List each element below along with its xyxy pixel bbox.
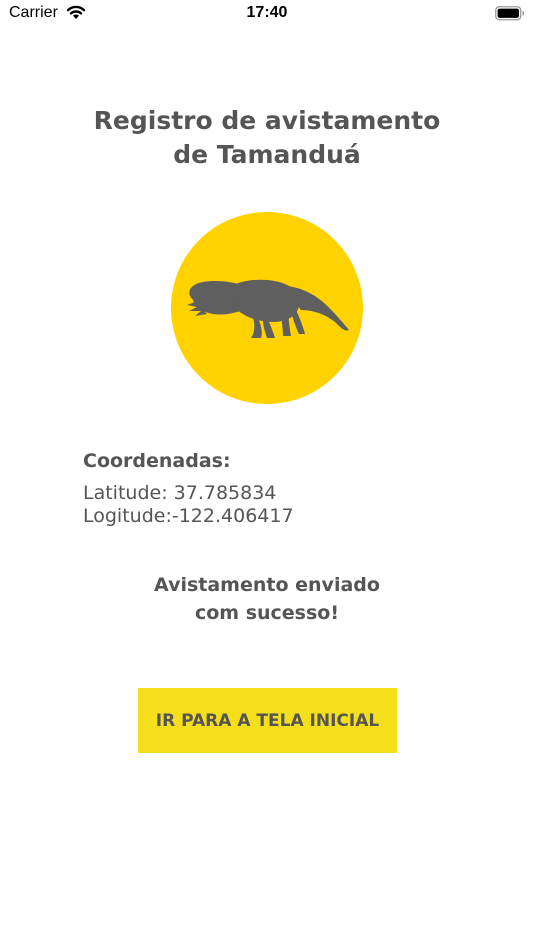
battery-icon [495, 6, 525, 25]
page-title-line1: Registro de avistamento [93, 106, 441, 135]
page-title-line2: de Tamanduá [173, 140, 361, 169]
latitude-value: Latitude: 37.785834 [83, 482, 277, 504]
success-message-line1: Avistamento enviado [154, 574, 380, 596]
clock-time: 17:40 [246, 4, 288, 21]
coordinates-heading: Coordenadas: [83, 450, 231, 472]
anteater-silhouette-icon [187, 279, 349, 338]
success-message-line2: com sucesso! [194, 602, 340, 624]
longitude-value: Logitude:-122.406417 [83, 505, 294, 527]
anteater-badge [171, 212, 363, 404]
page-title: Registro de avistamento de Tamanduá [0, 104, 534, 172]
go-home-button[interactable]: IR PARA A TELA INICIAL [138, 688, 397, 753]
status-bar: Carrier 17:40 [0, 0, 534, 30]
success-message: Avistamento enviado com sucesso! [0, 571, 534, 627]
